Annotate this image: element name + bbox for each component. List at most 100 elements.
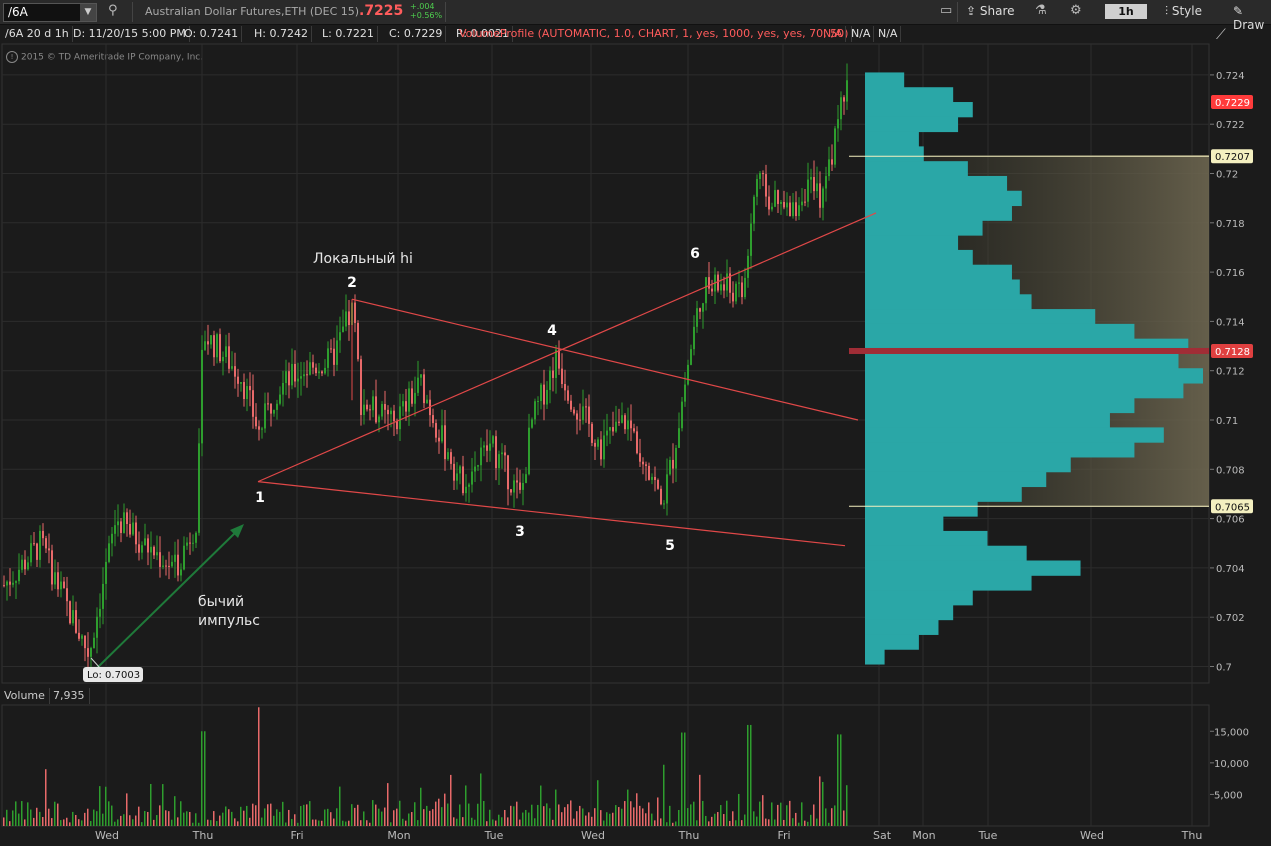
candle-body — [831, 159, 833, 165]
volume-bar — [450, 774, 452, 826]
candle-body — [630, 420, 632, 429]
volume-bar — [777, 804, 779, 826]
candle-body — [93, 637, 95, 649]
volume-bar — [762, 795, 764, 826]
volume-bar — [276, 809, 278, 826]
volume-bar — [828, 822, 830, 826]
candle-body — [519, 482, 521, 490]
time-axis-label: Thu — [192, 829, 214, 842]
candle-body — [309, 362, 311, 375]
volume-bar — [336, 808, 338, 826]
candle-body — [618, 421, 620, 423]
candle-body — [525, 474, 527, 483]
candle-body — [3, 585, 5, 587]
volume-bar — [582, 808, 584, 826]
candle-body — [372, 396, 374, 411]
volume-bar — [390, 822, 392, 826]
candle-body — [186, 542, 188, 546]
volume-bar — [3, 817, 5, 826]
candle-body — [675, 447, 677, 469]
volume-bar — [249, 817, 251, 826]
candle-body — [840, 97, 842, 120]
candle-body — [138, 544, 140, 553]
volume-tick-label: 5,000 — [1214, 790, 1243, 801]
volume-bar — [735, 820, 737, 826]
volume-bar — [408, 813, 410, 826]
volume-bar — [330, 812, 332, 826]
candle-body — [51, 550, 53, 585]
candle-body — [459, 466, 461, 474]
price-tick-label: 0.714 — [1216, 317, 1245, 328]
volume-bar — [477, 803, 479, 826]
volume-bar — [243, 810, 245, 826]
candle-body — [774, 190, 776, 207]
candle-body — [306, 374, 308, 376]
volume-bar — [816, 818, 818, 826]
candle-body — [24, 559, 26, 570]
volume-bar — [348, 820, 350, 826]
price-chart[interactable]: 0.7240.7220.720.7180.7160.7140.7120.710.… — [0, 0, 1271, 846]
candle-body — [342, 326, 344, 333]
volume-bar — [438, 798, 440, 826]
candle-body — [282, 383, 284, 395]
candle-body — [453, 463, 455, 481]
volume-bar — [309, 801, 311, 826]
candle-body — [513, 480, 515, 493]
candle-body — [402, 401, 404, 407]
candle-body — [108, 543, 110, 562]
volume-bar — [297, 822, 299, 826]
volume-bar — [15, 801, 17, 826]
poc-band — [849, 347, 1209, 354]
impulse-label-line1: бычий — [198, 594, 244, 610]
candle-body — [801, 201, 803, 206]
volume-bar — [321, 820, 323, 826]
candle-body — [543, 384, 545, 405]
volume-bar — [363, 811, 365, 826]
volume-bar — [282, 801, 284, 826]
volume-bar — [69, 822, 71, 826]
candle-body — [843, 97, 845, 102]
candle-body — [441, 425, 443, 442]
volume-bar — [171, 819, 173, 826]
candle-body — [336, 340, 338, 365]
candle-body — [198, 443, 200, 533]
candle-body — [642, 461, 644, 465]
volume-profile-bar — [865, 575, 1032, 591]
candle-body — [183, 545, 185, 570]
volume-bar — [627, 789, 629, 826]
volume-bar — [270, 803, 272, 826]
volume-bar — [417, 820, 419, 826]
candle-body — [681, 401, 683, 429]
candle-body — [507, 455, 509, 490]
candle-body — [165, 565, 167, 567]
volume-bar — [576, 811, 578, 826]
time-axis-label: Mon — [912, 829, 935, 842]
volume-bar — [804, 820, 806, 826]
wave-label-4: 4 — [547, 323, 557, 339]
volume-bar — [813, 804, 815, 826]
volume-bar — [90, 821, 92, 826]
volume-bar — [609, 813, 611, 826]
candle-body — [615, 421, 617, 432]
candle-body — [96, 616, 98, 638]
candle-body — [333, 348, 335, 365]
volume-bar — [564, 807, 566, 826]
volume-bar — [51, 818, 53, 826]
candle-body — [777, 190, 779, 204]
candle-body — [63, 581, 65, 589]
time-axis-label: Thu — [1181, 829, 1203, 842]
volume-bar — [696, 820, 698, 826]
wave-label-6: 6 — [690, 246, 700, 262]
volume-bar — [708, 821, 710, 826]
candle-body — [105, 561, 107, 584]
candle-body — [27, 562, 29, 570]
candle-body — [267, 403, 269, 405]
volume-profile-bar — [865, 560, 1081, 576]
volume-bar — [132, 819, 134, 826]
candle-body — [528, 427, 530, 475]
volume-bar — [300, 806, 302, 826]
candle-body — [294, 363, 296, 382]
volume-bar — [570, 800, 572, 826]
candle-body — [474, 466, 476, 472]
volume-bar — [753, 811, 755, 826]
